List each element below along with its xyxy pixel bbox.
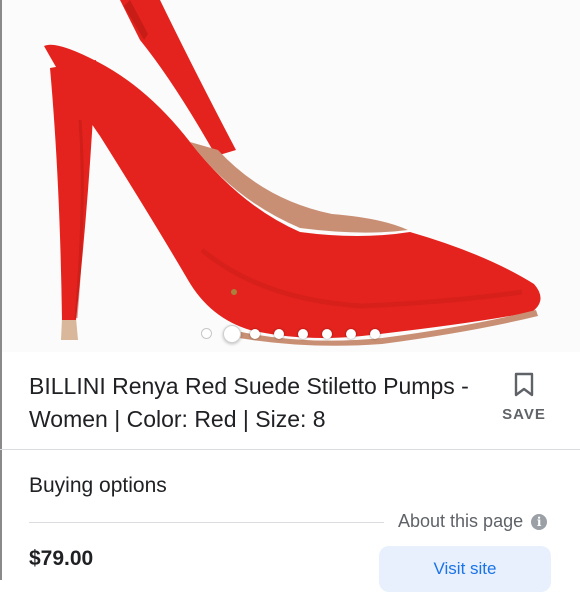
carousel-dot[interactable] — [223, 325, 241, 343]
bookmark-icon — [514, 372, 534, 397]
about-this-page-link[interactable]: About this page i — [398, 511, 548, 532]
about-divider — [29, 522, 384, 523]
info-icon: i — [531, 513, 548, 530]
buying-options-heading: Buying options — [29, 474, 167, 497]
product-title[interactable]: BILLINI Renya Red Suede Stiletto Pumps -… — [29, 370, 499, 436]
carousel-dot[interactable] — [274, 329, 284, 339]
carousel-dot[interactable] — [370, 329, 380, 339]
about-label: About this page — [398, 511, 524, 531]
carousel-dot[interactable] — [250, 329, 260, 339]
carousel-dot[interactable] — [201, 328, 212, 339]
carousel-indicator[interactable] — [201, 323, 391, 345]
save-button[interactable]: SAVE — [496, 372, 552, 428]
save-label: SAVE — [502, 406, 546, 423]
product-image[interactable] — [2, 0, 580, 352]
red-stiletto-pump-image — [44, 0, 541, 346]
carousel-dot[interactable] — [346, 329, 356, 339]
visit-site-button[interactable]: Visit site — [379, 546, 551, 592]
product-price: $79.00 — [29, 547, 94, 570]
section-divider — [0, 449, 580, 450]
carousel-dot[interactable] — [298, 329, 308, 339]
carousel-dot[interactable] — [322, 329, 332, 339]
